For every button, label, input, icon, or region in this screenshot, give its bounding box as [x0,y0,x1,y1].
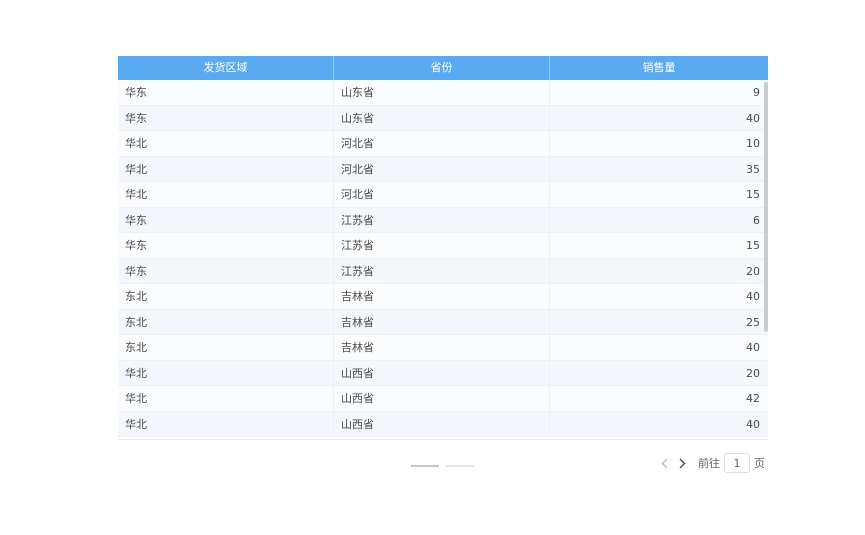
table-row[interactable]: 华北 河北省 35 [118,156,768,182]
cell-province: 吉林省 [334,284,550,309]
cell-province: 吉林省 [334,335,550,360]
cell-region: 华北 [118,360,334,385]
header-province[interactable]: 省份 [334,56,550,80]
table-row[interactable]: 东北 吉林省 40 [118,284,768,310]
cell-province: 山东省 [334,105,550,130]
cell-sales: 40 [746,417,760,431]
cell-region: 华北 [118,156,334,181]
chevron-left-icon[interactable] [658,452,670,474]
cell-sales: 20 [746,366,760,380]
table-row[interactable]: 东北 吉林省 40 [118,335,768,361]
cell-sales: 15 [746,239,760,252]
carousel-indicators [411,465,474,467]
cell-sales: 40 [746,341,760,354]
table-row[interactable]: 华北 山西省 40 [118,411,768,437]
cell-sales: 15 [746,188,760,201]
cell-region: 华北 [118,182,334,207]
table-row[interactable]: 华东 江苏省 20 [118,258,768,284]
table-header: 发货区域 省份 销售量 [118,56,768,80]
goto-label: 前往 [698,457,720,470]
chevron-right-icon[interactable] [676,452,688,474]
cell-province: 河北省 [334,131,550,156]
table-row[interactable]: 华东 山东省 9 [118,80,768,106]
cell-province: 山东省 [334,80,550,105]
table-row[interactable]: 华北 河北省 15 [118,182,768,208]
table-row[interactable]: 东北 吉林省 25 [118,309,768,335]
table-row[interactable]: 华东 山东省 40 [118,105,768,131]
cell-region: 华东 [118,233,334,258]
cell-province: 吉林省 [334,309,550,334]
cell-province: 山西省 [334,386,550,411]
table-row[interactable]: 华北 河北省 10 [118,131,768,157]
cell-sales: 6 [753,213,760,227]
data-table: 发货区域 省份 销售量 华东 山东省 9 华东 山东省 40 华北 河北省 10 华北 河北省 35 华… [118,56,768,440]
cell-region: 华北 [118,411,334,436]
cell-sales: 42 [746,392,760,405]
carousel-dot[interactable] [446,465,474,467]
carousel-dot[interactable] [411,465,439,467]
cell-sales: 9 [753,86,760,99]
cell-region: 东北 [118,284,334,309]
cell-sales: 35 [746,162,760,176]
cell-province: 山西省 [334,360,550,385]
cell-sales: 40 [746,111,760,125]
cell-province: 河北省 [334,182,550,207]
header-sales[interactable]: 销售量 [550,56,768,80]
cell-region: 华北 [118,131,334,156]
table-row[interactable]: 华北 山西省 20 [118,360,768,386]
pagination: 前往 页 [658,452,765,474]
cell-region: 华东 [118,207,334,232]
cell-province: 江苏省 [334,207,550,232]
page-suffix: 页 [754,457,765,470]
cell-region: 华东 [118,80,334,105]
cell-region: 东北 [118,335,334,360]
cell-sales: 40 [746,290,760,303]
cell-region: 华东 [118,105,334,130]
page-number-input[interactable] [724,453,750,473]
cell-sales: 25 [746,315,760,329]
vertical-scrollbar[interactable] [764,82,768,332]
cell-sales: 10 [746,137,760,150]
cell-province: 山西省 [334,411,550,436]
cell-province: 江苏省 [334,233,550,258]
report-canvas: 发货区域 省份 销售量 华东 山东省 9 华东 山东省 40 华北 河北省 10 华北 河北省 35 华… [0,0,865,535]
cell-region: 东北 [118,309,334,334]
cell-province: 江苏省 [334,258,550,283]
table-row[interactable]: 华东 江苏省 6 [118,207,768,233]
table-row[interactable]: 华东 江苏省 15 [118,233,768,259]
cell-sales: 20 [746,264,760,278]
cell-region: 华东 [118,258,334,283]
cell-province: 河北省 [334,156,550,181]
header-region[interactable]: 发货区域 [118,56,334,80]
cell-region: 华北 [118,386,334,411]
table-body: 华东 山东省 9 华东 山东省 40 华北 河北省 10 华北 河北省 35 华北 河北省 15 华东 江苏省 6… [118,80,768,439]
table-row[interactable]: 华北 山西省 42 [118,386,768,412]
